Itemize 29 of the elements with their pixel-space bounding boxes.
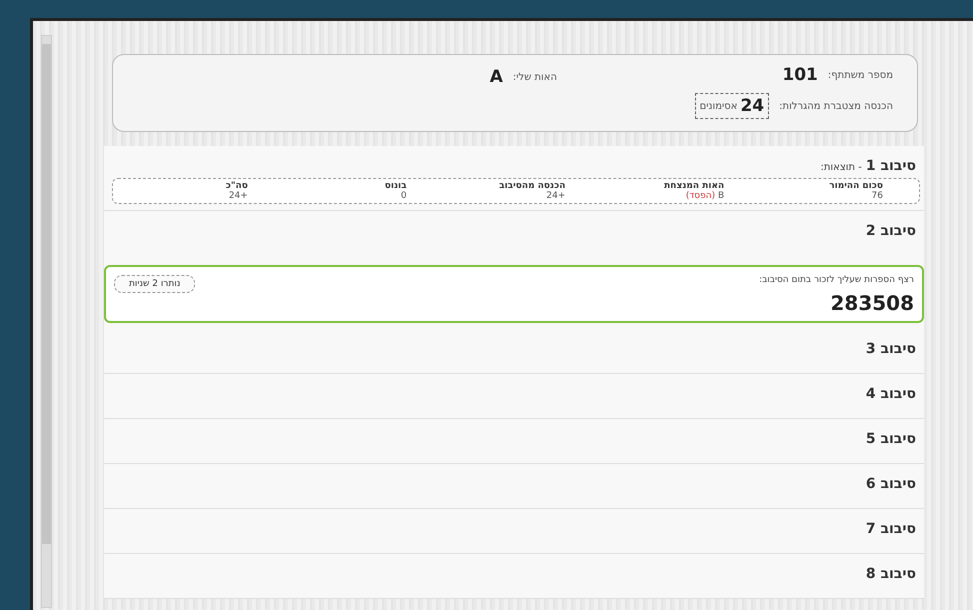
table-cell-text: 76 <box>870 191 884 201</box>
earnings-label: הכנסה מצטברת מהגרלות: <box>779 100 893 112</box>
column-header: סה"כ <box>224 181 249 191</box>
round-title[interactable]: סיבוב 3 <box>866 341 916 357</box>
earnings-unit: אסימונים <box>700 100 738 112</box>
round-title[interactable]: סיבוב 7 <box>866 521 916 537</box>
letter-label: האות שלי: <box>512 72 557 82</box>
earnings-value: 24 <box>740 96 764 116</box>
table-cell-text: +24 <box>545 191 566 201</box>
round-subtitle: - תוצאות: <box>820 162 862 173</box>
digit-sequence: 283508 <box>830 291 914 315</box>
table-cell-text: +24 <box>228 191 249 201</box>
column-header: הכנסה מהסיבוב <box>498 181 566 191</box>
scrollbar[interactable] <box>41 35 52 608</box>
timer-button[interactable]: נותרו 2 שניות <box>114 275 196 293</box>
table-cell-text: 0 <box>400 191 408 201</box>
round-title[interactable]: סיבוב 8 <box>866 566 916 582</box>
participant-number: 101 <box>782 65 818 85</box>
round-title[interactable]: סיבוב 6 <box>866 476 916 492</box>
round-title[interactable]: סיבוב 5 <box>866 431 916 447</box>
task-prompt: רצף הספרות שעליך לזכור בתום הסיבוב: <box>759 275 914 285</box>
letter-value: A <box>490 67 503 87</box>
column-header: סכום ההימור <box>828 181 884 191</box>
column-header: בונוס <box>384 181 408 191</box>
round-title[interactable]: סיבוב 2 <box>866 223 916 239</box>
round-title[interactable]: סיבוב 1 <box>866 158 916 174</box>
column-header: האות המנצחת <box>663 181 726 191</box>
round-title[interactable]: סיבוב 4 <box>866 386 916 402</box>
participant-label: מספר משתתף: <box>828 70 893 80</box>
